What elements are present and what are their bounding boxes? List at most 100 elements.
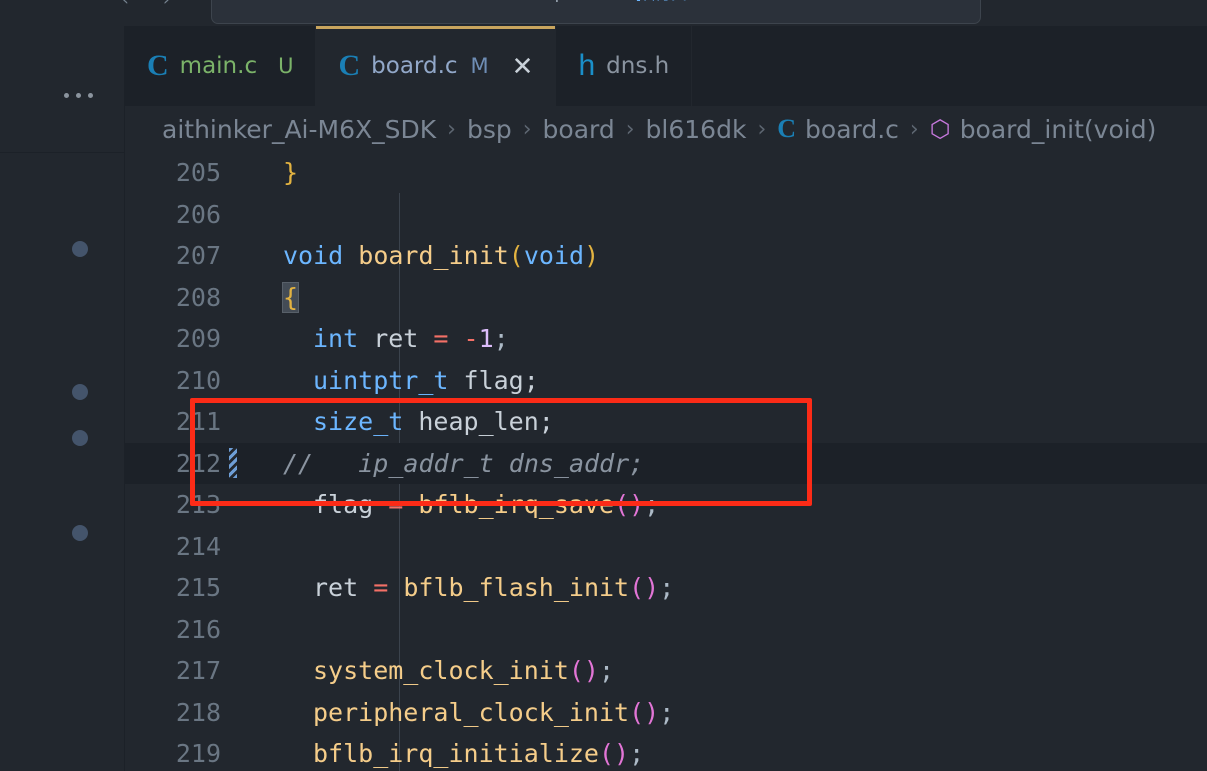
breadcrumb-separator: ›	[909, 116, 919, 142]
code-line[interactable]: 206	[125, 194, 1207, 236]
code-token: bflb_irq_initialize	[313, 739, 599, 769]
top-bar: ‹ › Ai-M Open Kits › [官方文	[0, 0, 1207, 26]
code-line[interactable]: 211 size_t heap_len;	[125, 401, 1207, 443]
ellipsis-dot	[87, 92, 93, 98]
tab-bar-empty-space	[692, 26, 1207, 106]
code-token: size_t	[313, 407, 404, 437]
code-text: // ip_addr_t dns_addr;	[253, 449, 644, 478]
h-file-icon: h	[578, 49, 596, 82]
symbol-method-icon: ⬡	[929, 115, 951, 143]
line-number: 215	[175, 573, 221, 603]
code-line[interactable]: 207 void board_init(void)	[125, 235, 1207, 277]
code-line[interactable]: 216	[125, 609, 1207, 651]
code-line[interactable]: 209 int ret = -1;	[125, 318, 1207, 360]
line-number: 216	[175, 614, 221, 644]
code-text: bflb_irq_initialize();	[253, 739, 644, 768]
editor-tab-main-c[interactable]: Cmain.c U	[125, 26, 317, 106]
folding-dot[interactable]	[72, 384, 88, 400]
line-number: 205	[175, 158, 221, 188]
code-token: ()	[568, 656, 599, 686]
code-text: }	[253, 158, 298, 187]
code-line[interactable]: 218 peripheral_clock_init();	[125, 692, 1207, 734]
code-token: void	[283, 241, 344, 271]
code-line[interactable]: 214	[125, 526, 1207, 568]
line-number: 207	[175, 241, 221, 271]
code-token: ret	[358, 324, 434, 354]
folding-dot[interactable]	[72, 430, 88, 446]
ellipsis-dot	[63, 92, 69, 98]
line-number: 206	[175, 199, 221, 229]
code-token: int	[313, 324, 359, 354]
code-line[interactable]: 210 uintptr_t flag;	[125, 360, 1207, 402]
code-line[interactable]: 219 bflb_irq_initialize();	[125, 733, 1207, 771]
code-token: -	[463, 324, 479, 354]
breadcrumb-item[interactable]: board	[543, 115, 615, 144]
code-token: ()	[598, 739, 630, 769]
code-text: flag = bflb_irq_save();	[253, 490, 659, 519]
code-text: {	[253, 281, 300, 313]
code-line[interactable]: 205}	[125, 152, 1207, 194]
code-token: ;	[598, 656, 615, 686]
tab-label: dns.h	[606, 53, 670, 79]
code-line[interactable]: 213 flag = bflb_irq_save();	[125, 484, 1207, 526]
code-line[interactable]: 208 {	[125, 277, 1207, 319]
code-token: uintptr_t	[313, 365, 449, 395]
line-number: 219	[175, 739, 221, 769]
tab-overflow-ellipsis-icon[interactable]	[58, 84, 98, 106]
code-token: }	[283, 158, 299, 188]
code-token: peripheral_clock_init	[313, 697, 630, 727]
code-editor[interactable]: 205} 206 207 void board_init(void) 208{ 209 in…	[125, 152, 1207, 771]
vscode-window: ‹ › Ai-M Open Kits › [官方文 Cmain.c U Cboard.c…	[0, 0, 1207, 771]
breadcrumb-item[interactable]: board.c	[805, 115, 899, 144]
breadcrumb-item[interactable]: aithinker_Ai-M6X_SDK	[162, 115, 436, 144]
code-token: =	[388, 490, 404, 520]
code-text: int ret = -1;	[253, 324, 509, 353]
breadcrumb-item[interactable]: bsp	[467, 115, 512, 144]
code-text: void board_init(void)	[253, 241, 599, 270]
editor-tab-board-c[interactable]: Cboard.c M ✕	[316, 26, 557, 106]
quick-input-text-cjk: [官方文	[636, 0, 687, 3]
c-file-icon: C	[777, 114, 797, 143]
breadcrumb-separator: ›	[757, 116, 767, 142]
code-text: size_t heap_len;	[253, 407, 554, 436]
tab-label: main.c	[179, 53, 258, 79]
line-number: 212	[175, 448, 221, 478]
code-token: // ip_addr_t dns_addr;	[283, 448, 645, 478]
folding-dot[interactable]	[72, 241, 88, 257]
code-token: ;	[629, 739, 645, 769]
quick-input-box[interactable]: Ai-M Open Kits › [官方文	[211, 0, 981, 24]
code-lines-container: 205} 206 207 void board_init(void) 208{ 209 in…	[125, 152, 1207, 771]
code-token: flag	[313, 490, 389, 520]
line-number: 217	[175, 656, 221, 686]
breadcrumb-item[interactable]: board_init(void)	[960, 115, 1157, 144]
breadcrumb-separator: ›	[522, 116, 532, 142]
c-file-icon: C	[338, 49, 361, 82]
editor-tab-dns-h[interactable]: h dns.h	[556, 26, 693, 106]
code-token: ;	[659, 697, 675, 727]
line-number: 211	[175, 407, 221, 437]
navigate-forward-icon[interactable]: ›	[163, 0, 170, 10]
code-text: uintptr_t flag;	[253, 366, 539, 395]
code-line[interactable]: 217 system_clock_init();	[125, 650, 1207, 692]
code-token: heap_len;	[403, 407, 554, 437]
breadcrumb-item[interactable]: bl616dk	[646, 115, 747, 144]
close-icon[interactable]: ✕	[512, 53, 534, 79]
line-number: 209	[175, 324, 221, 354]
navigate-back-icon[interactable]: ‹	[122, 0, 129, 10]
editor-left-strip	[0, 26, 125, 771]
code-line[interactable]: 215 ret = bflb_flash_init();	[125, 567, 1207, 609]
breadcrumb-separator: ›	[625, 116, 635, 142]
folding-dot[interactable]	[72, 525, 88, 541]
code-line[interactable]: 212 // ip_addr_t dns_addr;	[125, 442, 1207, 484]
code-token: ()	[614, 490, 645, 520]
c-file-icon: C	[147, 49, 169, 82]
code-token: ()	[629, 697, 660, 727]
tab-status-badge: M	[470, 54, 489, 78]
editor-tab-bar: Cmain.c U Cboard.c M ✕ h dns.h	[125, 26, 1207, 106]
code-token: )	[584, 241, 600, 271]
code-token: ;	[493, 324, 509, 354]
code-token: board_init	[358, 241, 509, 271]
